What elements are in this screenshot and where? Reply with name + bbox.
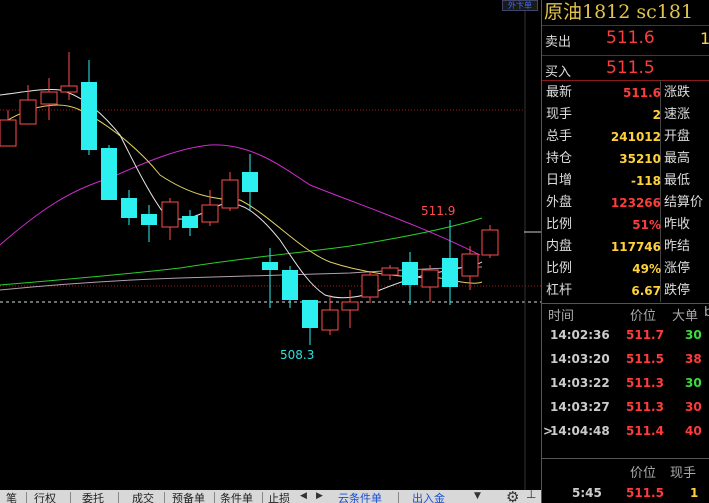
- divider: [542, 55, 709, 56]
- ticks-header: 时间 价位 大单 b: [548, 305, 709, 324]
- candle: [381, 267, 399, 276]
- tab-stop-loss[interactable]: 止损: [268, 490, 290, 503]
- stat-value: 123266: [610, 196, 661, 210]
- candle: [302, 300, 318, 328]
- divider: [542, 80, 709, 81]
- stat-value: 35210: [619, 152, 661, 166]
- candle: [81, 82, 97, 150]
- candle: [221, 179, 239, 209]
- tab-prepared-orders[interactable]: 预备单: [172, 490, 205, 503]
- gear-icon[interactable]: ⚙: [506, 490, 519, 503]
- tick-row[interactable]: 14:03:22 511.3 30: [542, 371, 709, 395]
- stat-row: 杠杆 6.67 跌停: [542, 280, 709, 302]
- candle: [19, 99, 37, 125]
- divider: [542, 458, 709, 459]
- candle: [242, 172, 258, 192]
- sell-price[interactable]: 511.6: [606, 28, 655, 48]
- candle: [282, 270, 298, 300]
- tick-row[interactable]: 14:03:27 511.3 30: [542, 395, 709, 419]
- candle: [341, 301, 359, 311]
- candle: [182, 216, 198, 228]
- tab-cloud-conditional-orders[interactable]: 云条件单: [338, 490, 382, 503]
- tick-qty: 30: [685, 328, 702, 342]
- tab-conditional-orders[interactable]: 条件单: [220, 490, 253, 503]
- tick-qty: 40: [685, 424, 702, 438]
- stat-row: 比例 51% 昨收: [542, 214, 709, 236]
- stat-value: 2: [652, 108, 661, 122]
- bottom-header: 价位 现手: [630, 466, 697, 481]
- stat-row: 现手 2 速涨: [542, 104, 709, 126]
- candle: [321, 309, 339, 331]
- buy-label: 买入: [545, 65, 572, 80]
- bottom-tab-bar: 笔 行权 委托 成交 预备单 条件单 止损 ◀ ▶ 云条件单 出入金 ▼ ⚙ ⊥: [0, 490, 541, 503]
- buy-price[interactable]: 511.5: [606, 58, 655, 78]
- stat-row: 外盘 123266 结算价: [542, 192, 709, 214]
- tick-qty: 30: [685, 376, 702, 390]
- stat-row: 最新 511.6 涨跌: [542, 82, 709, 104]
- kline-chart[interactable]: 511.9 508.3: [0, 0, 541, 490]
- tick-row[interactable]: 14:03:20 511.5 38: [542, 347, 709, 371]
- stat-value: 6.67: [631, 284, 661, 298]
- candle: [60, 85, 78, 93]
- low-price-label: 508.3: [280, 348, 314, 362]
- candle: [442, 258, 458, 287]
- candle: [40, 91, 58, 105]
- tab-fills[interactable]: 成交: [132, 490, 154, 503]
- high-price-label: 511.9: [421, 204, 455, 218]
- tab-exercise[interactable]: 行权: [34, 490, 56, 503]
- tab-deposit-withdraw[interactable]: 出入金: [412, 490, 445, 503]
- stat-row: 内盘 117746 昨结: [542, 236, 709, 258]
- sell-size: 1: [700, 29, 709, 48]
- candle: [201, 204, 219, 223]
- tab-trades[interactable]: 笔: [6, 490, 17, 503]
- candle: [461, 253, 479, 277]
- chevron-left-icon[interactable]: ◀: [300, 491, 307, 501]
- tick-row[interactable]: >14:04:48 511.4 40: [542, 419, 709, 443]
- candle: [421, 269, 439, 288]
- quote-panel: 原油1812 sc181 卖出 511.6 1 买入 511.5 最新511.6…: [541, 0, 709, 503]
- tick-qty: 38: [685, 352, 702, 366]
- candle: [101, 148, 117, 200]
- candle: [262, 262, 278, 270]
- tick-qty: 30: [685, 400, 702, 414]
- dropdown-icon[interactable]: ▼: [474, 491, 481, 501]
- pin-icon[interactable]: ⊥: [526, 490, 536, 501]
- sell-label: 卖出: [545, 35, 572, 50]
- divider: [542, 303, 709, 304]
- bottom-tick-row[interactable]: 5:45 511.5 1: [542, 481, 709, 503]
- stat-value: 49%: [632, 262, 661, 276]
- candle: [141, 214, 157, 225]
- outer-order-button[interactable]: 外卞单: [502, 0, 538, 11]
- candle: [361, 274, 379, 298]
- contract-title: 原油1812 sc181: [544, 1, 694, 23]
- stat-value: 117746: [610, 240, 661, 254]
- candle: [481, 229, 499, 256]
- candle: [161, 201, 179, 228]
- candle: [121, 198, 137, 218]
- candle: [402, 262, 418, 285]
- stat-value: 241012: [610, 130, 661, 144]
- stat-row: 总手 241012 开盘: [542, 126, 709, 148]
- tab-orders[interactable]: 委托: [82, 490, 104, 503]
- chevron-right-icon[interactable]: ▶: [316, 491, 323, 501]
- stat-row: 持仓 35210 最高: [542, 148, 709, 170]
- stat-value: -118: [630, 174, 661, 188]
- stat-value: 51%: [632, 218, 661, 232]
- candle: [0, 119, 17, 147]
- stat-value: 511.6: [623, 86, 661, 100]
- divider: [542, 25, 709, 26]
- stat-row: 比例 49% 涨停: [542, 258, 709, 280]
- tick-row[interactable]: 14:02:36 511.7 30: [542, 323, 709, 347]
- stat-row: 日增 -118 最低: [542, 170, 709, 192]
